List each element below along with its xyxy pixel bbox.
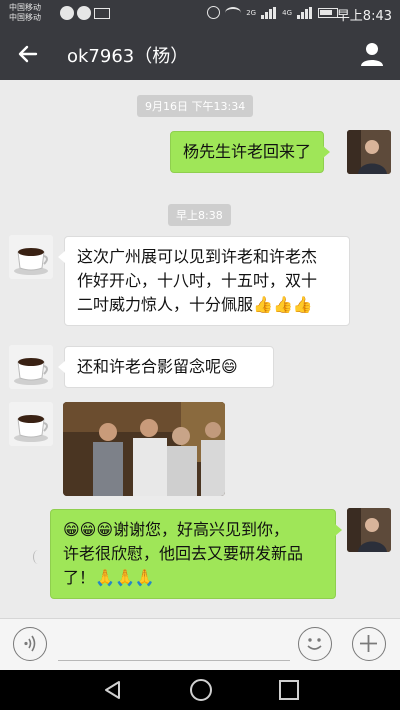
- coffee-cup-icon: [9, 345, 53, 389]
- arrow-left-icon: [18, 45, 38, 63]
- thumbs-up-emoji: 👍👍👍: [253, 295, 313, 314]
- signal-icon-2: [297, 6, 313, 19]
- mail-icon: [94, 7, 110, 19]
- image-message[interactable]: [63, 402, 225, 496]
- coffee-cup-icon: [9, 402, 53, 446]
- message-text: 还和许老合影留念呢: [77, 357, 222, 376]
- outgoing-message[interactable]: 😁😁😁谢谢您，好高兴见到你， 许老很欣慰，他回去又要研发新品 了！🙏🙏🙏: [50, 509, 342, 599]
- timestamp: 9月16日 下午13:34: [137, 95, 254, 117]
- message-line: 许老很欣慰，他回去又要研发新品: [63, 544, 304, 563]
- message-input[interactable]: [58, 629, 290, 661]
- battery-icon: [318, 7, 338, 18]
- emoji-button[interactable]: [298, 627, 332, 661]
- chat-title: ok7963（杨）: [67, 46, 189, 67]
- message-line: 这次广州展可以见到许老和许老杰: [77, 247, 318, 266]
- voice-button[interactable]: [13, 627, 47, 661]
- incoming-message[interactable]: 还和许老合影留念呢😄: [58, 346, 274, 388]
- nav-back-button[interactable]: [102, 679, 124, 701]
- signal-icon-1: [261, 6, 277, 19]
- wifi-icon: [225, 6, 242, 19]
- my-avatar[interactable]: [347, 508, 391, 552]
- contact-avatar[interactable]: [9, 402, 53, 446]
- nav-recent-button[interactable]: [279, 680, 299, 700]
- person-icon: [361, 43, 383, 66]
- carrier-1: 中国移动: [9, 3, 41, 12]
- smile-emoji: 😄: [221, 357, 238, 376]
- my-avatar[interactable]: [347, 130, 391, 174]
- message-line: 了！: [63, 568, 96, 587]
- alarm-icon: [207, 6, 221, 19]
- nav-home-button[interactable]: [190, 679, 212, 701]
- contact-avatar[interactable]: [9, 345, 53, 389]
- message-line: 二吋威力惊人，十分佩服: [77, 295, 254, 314]
- message-line: 作好开心，十八吋，十五吋，双十: [77, 271, 318, 290]
- message-text: 杨先生许老回来了: [183, 142, 312, 161]
- plus-icon: [360, 635, 377, 652]
- message-line: 谢谢您，好高兴见到你，: [113, 520, 290, 539]
- pray-emoji: 🙏🙏🙏: [95, 568, 155, 587]
- wechat-notification-icon: [77, 6, 91, 20]
- back-button[interactable]: [14, 40, 42, 68]
- network-label-1: 2G: [246, 8, 257, 17]
- outgoing-message[interactable]: 杨先生许老回来了: [170, 131, 331, 173]
- contact-info-button[interactable]: [358, 40, 386, 68]
- grin-emoji: 😁😁😁: [63, 520, 114, 539]
- contact-avatar[interactable]: [9, 235, 53, 279]
- notification-icons: [60, 6, 110, 20]
- status-time: 早上8:43: [336, 9, 392, 24]
- voice-icon: [24, 635, 36, 652]
- notification-icon: [60, 6, 74, 20]
- coffee-cup-icon: [9, 235, 53, 279]
- network-label-2: 4G: [282, 8, 292, 17]
- incoming-message[interactable]: 这次广州展可以见到许老和许老杰 作好开心，十八吋，十五吋，双十 二吋威力惊人，十…: [58, 236, 350, 326]
- triangle-back-icon: [105, 681, 120, 699]
- chat-header: ok7963（杨）: [0, 28, 400, 80]
- system-icons: 2G 4G: [207, 6, 338, 19]
- avatar-image: [347, 130, 391, 174]
- input-bar: [0, 618, 400, 670]
- status-indicator: [33, 550, 43, 564]
- carrier-2: 中国移动: [9, 13, 41, 22]
- avatar-image: [347, 508, 391, 552]
- carrier-info: 中国移动 中国移动: [9, 3, 41, 23]
- photo-image: [63, 402, 225, 496]
- more-button[interactable]: [352, 627, 386, 661]
- status-bar: 中国移动 中国移动 2G 4G 早上8:43: [0, 0, 400, 28]
- system-nav-bar: [0, 670, 400, 710]
- smiley-icon: [307, 638, 322, 650]
- timestamp: 早上8:38: [168, 204, 231, 226]
